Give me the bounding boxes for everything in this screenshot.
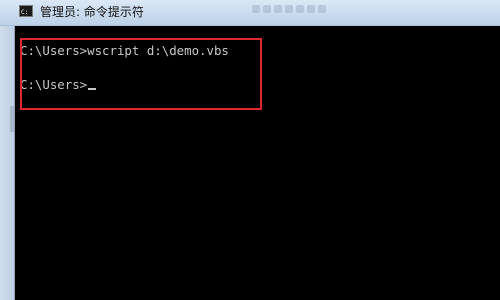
background-window-text <box>252 0 372 14</box>
console-area[interactable]: C:\Users>wscript d:\demo.vbs C:\Users> <box>15 26 500 300</box>
screenshot: C: 管理员: 命令提示符 C:\Users>wscript d:\demo.v… <box>0 0 500 300</box>
window-titlebar[interactable]: C: 管理员: 命令提示符 <box>0 0 500 26</box>
window-left-frame <box>0 26 15 300</box>
frame-mark <box>10 106 14 132</box>
svg-text:C:: C: <box>21 9 28 15</box>
cmd-icon: C: <box>19 5 33 17</box>
red-highlight-box <box>20 38 262 110</box>
window-title: 管理员: 命令提示符 <box>40 5 144 19</box>
